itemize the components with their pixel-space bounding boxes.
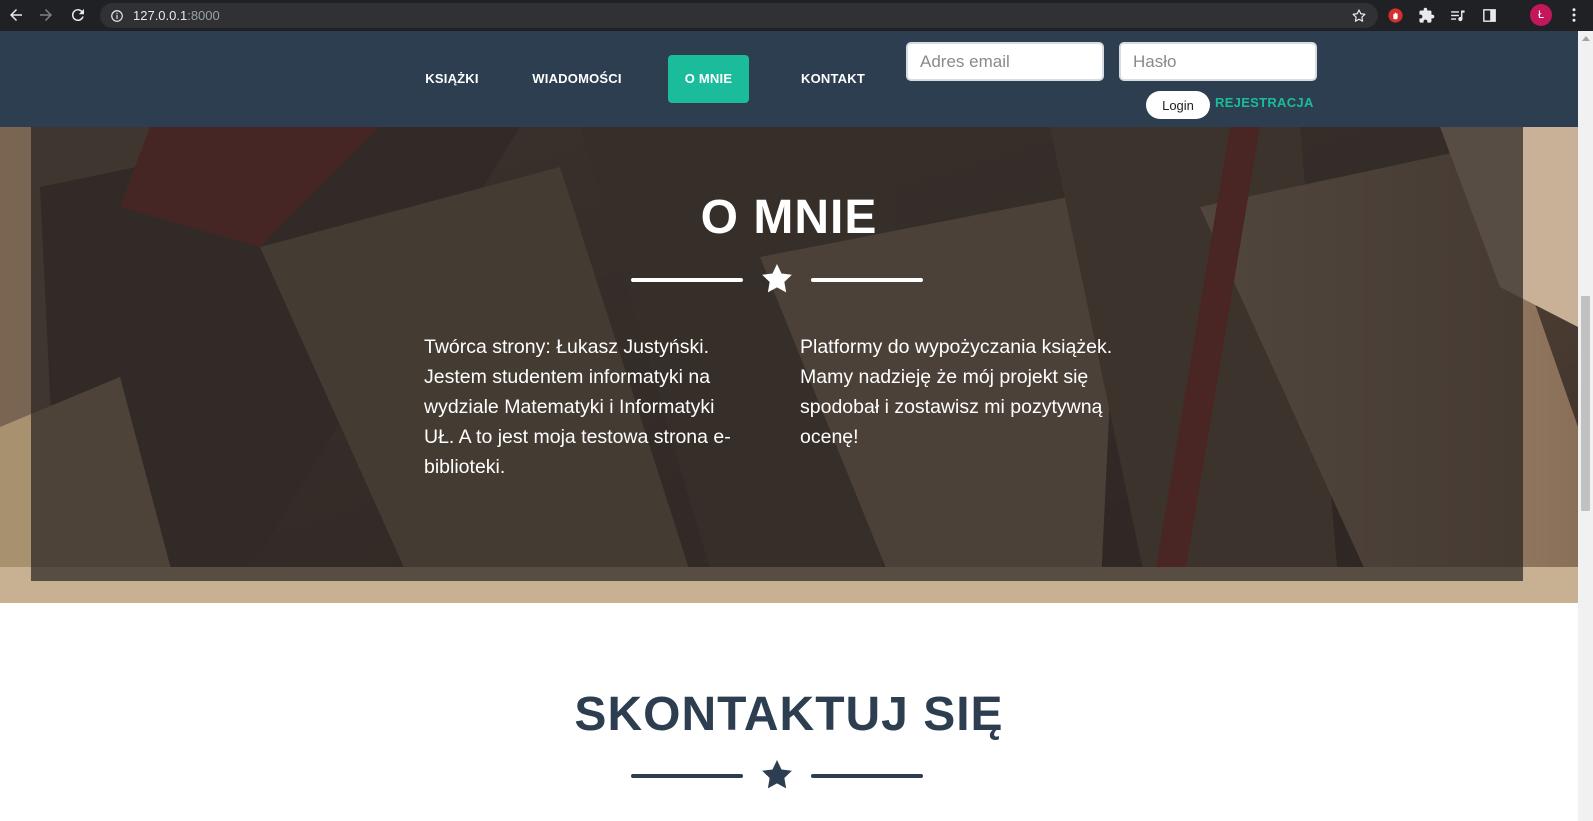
login-button[interactable]: Login [1146, 91, 1210, 119]
url-host: 127.0.0.1 [133, 8, 188, 23]
about-text-left: Twórca strony: Łukasz Justyński. Jestem … [424, 336, 731, 478]
about-title: O MNIE [700, 191, 878, 244]
nav-item-about[interactable]: O MNIE [668, 55, 749, 103]
divider-line-left [631, 278, 743, 282]
info-icon[interactable] [110, 9, 124, 23]
arrow-left-icon [10, 9, 22, 21]
star-icon [762, 264, 792, 293]
back-button[interactable] [1, 1, 31, 29]
scroll-up-arrow-icon[interactable] [1582, 36, 1590, 41]
star-icon [762, 760, 792, 789]
reload-button[interactable] [63, 1, 93, 29]
nav-item-contact[interactable]: KONTAKT [783, 55, 883, 103]
divider-line-right [811, 774, 923, 778]
url-port: :8000 [187, 8, 220, 23]
arrow-right-icon [40, 9, 52, 21]
extension-red-icon[interactable] [1385, 5, 1405, 25]
address-bar[interactable]: 127.0.0.1:8000 [100, 3, 1378, 28]
forward-button[interactable] [31, 1, 61, 29]
reload-icon [71, 9, 84, 22]
nav-item-news[interactable]: WIADOMOŚCI [519, 55, 635, 103]
divider-line-left [631, 774, 743, 778]
site-navbar: KSIĄŻKI WIADOMOŚCI O MNIE KONTAKT Login … [0, 31, 1578, 127]
bookmark-star-icon[interactable] [1351, 8, 1367, 24]
more-menu-icon[interactable] [1565, 6, 1583, 24]
contact-title: SKONTAKTUJ SIĘ [574, 688, 1004, 741]
nav-item-books[interactable]: KSIĄŻKI [407, 55, 497, 103]
media-queue-icon[interactable] [1447, 5, 1467, 25]
extensions-puzzle-icon[interactable] [1416, 5, 1436, 25]
profile-avatar[interactable]: Ł [1530, 4, 1552, 26]
password-field[interactable] [1119, 42, 1317, 81]
scrollbar-thumb[interactable] [1581, 296, 1590, 511]
divider-line-right [811, 278, 923, 282]
page-scrollbar[interactable] [1578, 31, 1593, 821]
browser-toolbar: 127.0.0.1:8000 Ł [0, 0, 1593, 31]
register-link[interactable]: REJESTRACJA [1215, 95, 1314, 110]
about-text-right: Platformy do wypożyczania książek. Mamy … [800, 336, 1113, 448]
side-panel-icon[interactable] [1479, 5, 1499, 25]
email-field[interactable] [906, 42, 1104, 81]
